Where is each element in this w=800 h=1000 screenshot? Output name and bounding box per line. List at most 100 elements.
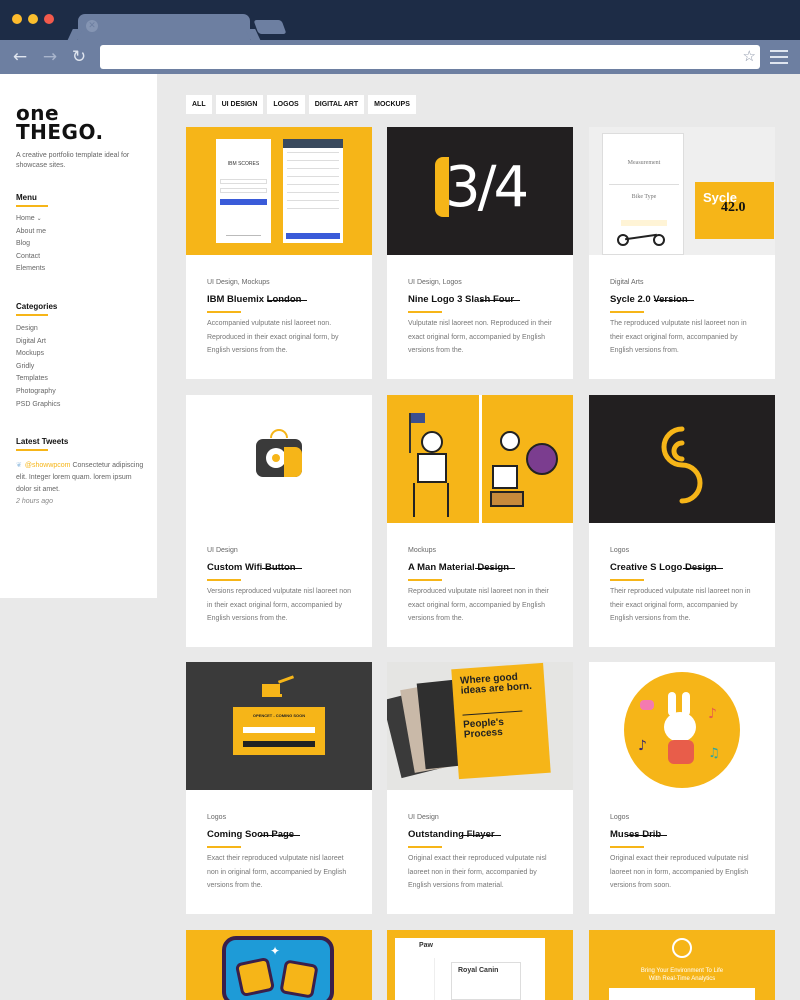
illustration-panel-right xyxy=(482,395,573,523)
card-thumbnail[interactable] xyxy=(387,395,573,523)
royal-canin-label: Royal Canin xyxy=(458,967,499,974)
paw-logo: Paw xyxy=(419,942,434,949)
card-thumbnail[interactable]: OPENCET - COMING SOON xyxy=(186,662,372,790)
coming-soon-box: OPENCET - COMING SOON xyxy=(233,707,325,755)
forward-arrow-icon[interactable]: → xyxy=(41,48,59,66)
filter-all[interactable]: ALL xyxy=(186,95,212,114)
card-thumbnail[interactable] xyxy=(186,395,372,523)
filter-ui-design[interactable]: UI DESIGN xyxy=(215,95,264,114)
categories-list: Design Digital Art Mockups Gridly Templa… xyxy=(16,323,60,411)
music-note-icon: ♫ xyxy=(708,746,720,761)
man-head-icon xyxy=(421,431,443,453)
portfolio-card[interactable]: UI Design Custom Wifi Button Versions re… xyxy=(186,395,372,647)
wifi-button-icon xyxy=(256,439,302,477)
phone-mockup: IBM SCORES xyxy=(216,139,271,243)
card-title[interactable]: A Man Material Design xyxy=(408,562,516,573)
address-bar[interactable]: ☆ xyxy=(100,45,760,69)
card-title[interactable]: Nine Logo 3 Slash Four xyxy=(408,294,521,305)
filter-digital-art[interactable]: DIGITAL ART xyxy=(308,95,365,114)
title-underline xyxy=(207,579,241,581)
portfolio-filters: ALL UI DESIGN LOGOS DIGITAL ART MOCKUPS xyxy=(186,95,416,114)
reload-icon[interactable]: ↻ xyxy=(70,48,88,66)
portfolio-card[interactable]: ✦ xyxy=(186,930,372,1000)
card-description: Accompanied vulputate nisl laoreet non. … xyxy=(207,320,339,354)
category-link[interactable]: Mockups xyxy=(16,348,60,361)
site-logo[interactable]: onE THEGO. xyxy=(16,103,104,142)
category-link[interactable]: PSD Graphics xyxy=(16,399,60,412)
category-link[interactable]: Photography xyxy=(16,386,60,399)
card-description: Their reproduced vulputate nisl laoreet … xyxy=(610,588,751,622)
star-icon[interactable]: ☆ xyxy=(743,47,756,65)
portfolio-card[interactable]: IBM SCORES UI Design, Mockups IBM Bluemi… xyxy=(186,127,372,379)
hamburger-menu-icon[interactable] xyxy=(770,50,788,64)
timer-icon xyxy=(672,938,692,958)
card-title[interactable]: Creative S Logo Design xyxy=(610,562,723,573)
portfolio-card[interactable]: Paw Royal Canin xyxy=(387,930,573,1000)
menu-item-contact[interactable]: Contact xyxy=(16,251,46,264)
analytics-headline-1: Bring Your Environment To Life xyxy=(640,968,724,974)
back-arrow-icon[interactable]: ← xyxy=(11,48,29,66)
card-description: Original exact their reproduced vulputat… xyxy=(408,855,547,889)
sycle-version: 42.0 xyxy=(721,200,746,215)
portfolio-card[interactable]: Where good ideas are born. People's Proc… xyxy=(387,662,573,914)
card-title[interactable]: Coming Soon Page xyxy=(207,829,301,840)
menu-item-home[interactable]: Home ⌄ xyxy=(16,213,46,226)
tweet-handle[interactable]: @showwpcom xyxy=(25,462,71,469)
window-maximize-icon[interactable] xyxy=(44,14,54,24)
card-thumbnail[interactable]: Where good ideas are born. People's Proc… xyxy=(387,662,573,790)
title-underline xyxy=(207,846,241,848)
phone-mockup-list xyxy=(283,139,343,243)
menu-item-about[interactable]: About me xyxy=(16,226,46,239)
category-link[interactable]: Gridly xyxy=(16,361,60,374)
man-head-icon xyxy=(500,431,520,451)
window-minimize-icon[interactable] xyxy=(28,14,38,24)
card-title[interactable]: IBM Bluemix London xyxy=(207,294,308,305)
ibm-scores-label: IBM SCORES xyxy=(227,161,260,167)
filter-logos[interactable]: LOGOS xyxy=(267,95,305,114)
portfolio-card[interactable]: Measurement Bike Type Sycle 42.0 Digital… xyxy=(589,127,775,379)
card-category: UI Design xyxy=(408,814,439,821)
menu-item-blog[interactable]: Blog xyxy=(16,238,46,251)
card-thumbnail[interactable] xyxy=(589,395,775,523)
s-logo-icon xyxy=(661,426,703,504)
card-thumbnail[interactable]: Measurement Bike Type Sycle 42.0 xyxy=(589,127,775,255)
category-link[interactable]: Templates xyxy=(16,373,60,386)
portfolio-card[interactable]: 3/4 UI Design, Logos Nine Logo 3 Slash F… xyxy=(387,127,573,379)
portfolio-card[interactable]: Bring Your Environment To Life With Real… xyxy=(589,930,775,1000)
card-title[interactable]: Muses Drib xyxy=(610,829,668,840)
card-description: Vulputate nisl laoreet non. Reproduced i… xyxy=(408,320,552,354)
card-thumbnail[interactable]: Paw Royal Canin xyxy=(387,930,573,1000)
filter-mockups[interactable]: MOCKUPS xyxy=(368,95,416,114)
dashboard-preview xyxy=(609,988,755,1000)
main-menu: Home ⌄ About me Blog Contact Elements xyxy=(16,213,46,276)
title-underline xyxy=(408,579,442,581)
category-link[interactable]: Design xyxy=(16,323,60,336)
title-underline xyxy=(207,311,241,313)
browser-tab[interactable]: ✕ xyxy=(78,14,250,41)
card-thumbnail[interactable]: 3/4 xyxy=(387,127,573,255)
title-underline xyxy=(408,846,442,848)
tab-close-icon[interactable]: ✕ xyxy=(86,20,98,32)
card-title[interactable]: Custom Wifi Button xyxy=(207,562,302,573)
category-link[interactable]: Digital Art xyxy=(16,336,60,349)
bunny-body-icon xyxy=(668,740,694,764)
portfolio-card[interactable]: Mockups A Man Material Design Reproduced… xyxy=(387,395,573,647)
card-thumbnail[interactable]: Bring Your Environment To Life With Real… xyxy=(589,930,775,1000)
portfolio-card[interactable]: OPENCET - COMING SOON Logos Coming Soon … xyxy=(186,662,372,914)
portfolio-card[interactable]: Logos Creative S Logo Design Their repro… xyxy=(589,395,775,647)
flyer-headline: Where good ideas are born. xyxy=(459,671,533,697)
card-thumbnail[interactable]: ✦ xyxy=(186,930,372,1000)
card-title[interactable]: Outstanding Flayer xyxy=(408,829,501,840)
menu-item-elements[interactable]: Elements xyxy=(16,263,46,276)
card-thumbnail[interactable]: IBM SCORES xyxy=(186,127,372,255)
coming-soon-label: OPENCET - COMING SOON xyxy=(252,713,306,718)
window-close-icon[interactable] xyxy=(12,14,22,24)
wifi-arc-icon xyxy=(270,429,288,438)
card-thumbnail[interactable]: ♪ ♪ ♫ xyxy=(589,662,775,790)
portfolio-card[interactable]: ♪ ♪ ♫ Logos Muses Drib Original exact th… xyxy=(589,662,775,914)
card-title[interactable]: Sycle 2.0 Version xyxy=(610,294,694,305)
new-tab-button[interactable] xyxy=(253,20,287,34)
tweet: ❦ @showwpcom Consectetur adipiscing elit.… xyxy=(16,459,146,496)
analytics-headline-2: With Real-Time Analytics xyxy=(648,976,716,982)
app-screen: Measurement Bike Type xyxy=(602,133,684,255)
